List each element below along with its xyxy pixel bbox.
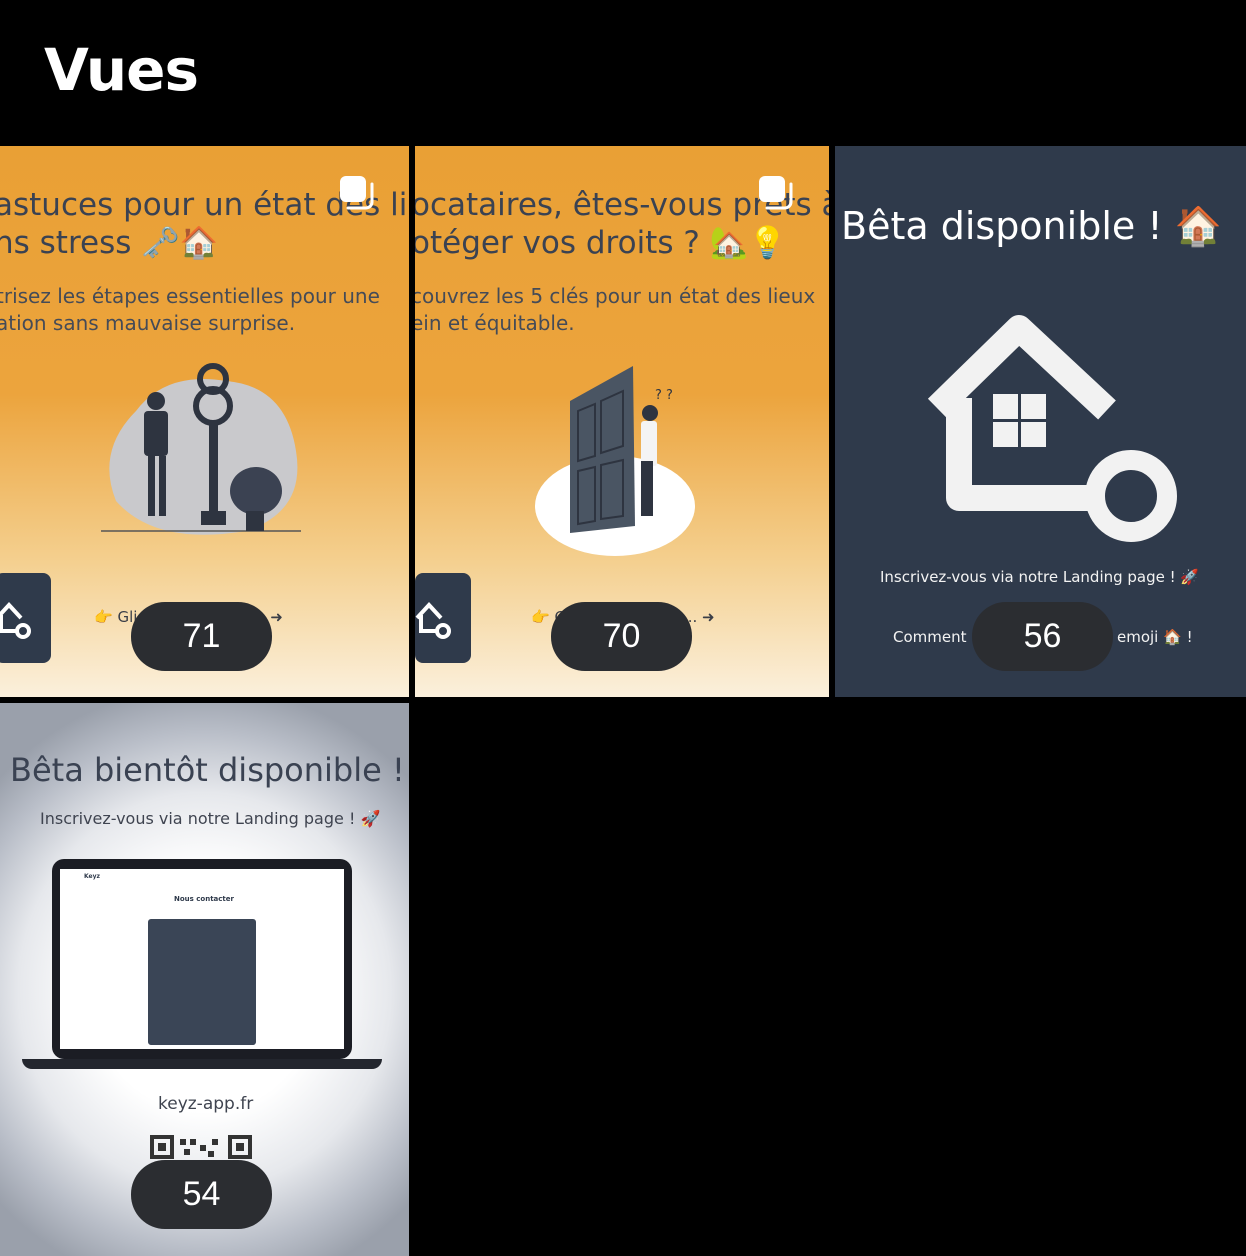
house-key-icon: [0, 602, 31, 639]
carousel-multiple-icon: [759, 176, 793, 210]
laptop-base: [22, 1059, 382, 1069]
keyz-logo-badge: [415, 573, 471, 663]
keyz-house-logo: [927, 315, 1177, 542]
laptop-brand: Keyz: [84, 873, 101, 880]
carousel-multiple-icon: [340, 176, 374, 210]
door-illustration: ? ?: [535, 366, 695, 556]
post-title: Bêta bientôt disponible !: [10, 751, 405, 789]
site-url: keyz-app.fr: [158, 1094, 254, 1114]
keyz-logo-badge: [0, 573, 51, 663]
post-tile-4[interactable]: Bêta bientôt disponible ! Inscrivez-vous…: [0, 703, 409, 1256]
contact-form-panel: [148, 919, 256, 1045]
post-subtitle: Inscrivez-vous via notre Landing page ! …: [40, 809, 381, 828]
view-count-badge: 56: [972, 602, 1113, 671]
page-title: Vues: [44, 36, 199, 104]
laptop-screen: Keyz Nous contacter: [52, 859, 352, 1059]
laptop-page: Keyz Nous contacter: [60, 869, 344, 1049]
keys-illustration: [101, 363, 301, 535]
post-tile-1[interactable]: astuces pour un état des lie ns stress 🗝…: [0, 146, 409, 697]
post-subtitle-line2: ein et équitable.: [415, 311, 575, 335]
empty-grid-area: [409, 697, 1246, 1256]
view-count-badge: 71: [131, 602, 272, 671]
post-subtitle-line2: ation sans mauvaise surprise.: [0, 311, 296, 335]
post-text-line1: Inscrivez-vous via notre Landing page ! …: [880, 568, 1200, 586]
post-title: Bêta disponible ! 🏠: [841, 204, 1222, 248]
header: Vues: [0, 0, 1246, 142]
post-tile-2[interactable]: ocataires, êtes-vous prêts à otéger vos …: [415, 146, 829, 697]
laptop-page-title: Nous contacter: [174, 895, 234, 903]
view-count-badge: 70: [551, 602, 692, 671]
view-count-badge: 54: [131, 1160, 272, 1229]
post-text-line2-right: emoji 🏠 !: [1117, 628, 1193, 646]
post-title-line2: otéger vos droits ? 🏡💡: [415, 225, 787, 261]
post-text-line2-left: Comment: [893, 628, 967, 646]
post-subtitle-line1: trisez les étapes essentielles pour une: [0, 284, 380, 308]
post-tile-3[interactable]: Bêta disponible ! 🏠 Inscrivez-vous via n…: [835, 146, 1246, 697]
post-title-line2: ns stress 🗝️🏠: [0, 225, 219, 261]
house-key-icon: [415, 602, 451, 639]
post-subtitle-line1: couvrez les 5 clés pour un état des lieu…: [415, 284, 816, 308]
svg-text:? ?: ? ?: [655, 388, 673, 403]
